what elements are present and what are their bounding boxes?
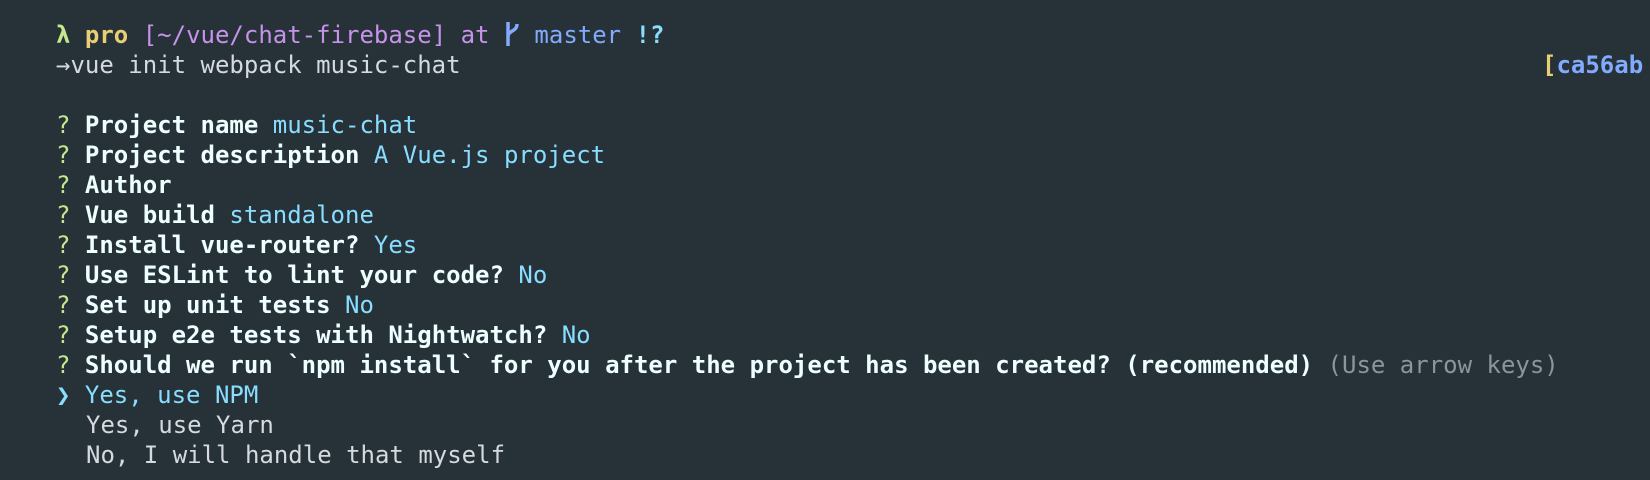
- question-answer: No: [518, 261, 548, 289]
- prompt-git-status: !?: [635, 21, 665, 49]
- question-label: Setup e2e tests with Nightwatch?: [84, 321, 548, 349]
- question-label: Vue build: [84, 201, 215, 229]
- question-answer: Yes: [373, 231, 418, 259]
- question-label: Set up unit tests: [84, 291, 331, 319]
- prompt-user: pro: [84, 21, 129, 49]
- question-unit-tests: ? Set up unit tests No: [56, 290, 1650, 320]
- question-answer: music-chat: [272, 111, 418, 139]
- question-mark: ?: [56, 171, 71, 199]
- question-vue-build: ? Vue build standalone: [56, 200, 1650, 230]
- menu-option-label: No, I will handle that myself: [86, 441, 506, 469]
- question-mark: ?: [56, 111, 71, 139]
- question-label: Project description: [84, 141, 360, 169]
- command-line: →vue init webpack music-chat: [56, 50, 1650, 80]
- question-mark: ?: [56, 261, 71, 289]
- question-e2e-tests: ? Setup e2e tests with Nightwatch? No: [56, 320, 1650, 350]
- git-branch-icon: [504, 21, 520, 54]
- rprompt-bracket: [: [1542, 51, 1557, 79]
- question-hint: (Use arrow keys): [1327, 351, 1559, 379]
- right-prompt-commit-hash: [ca56ab: [1542, 50, 1643, 80]
- lambda-symbol: λ: [56, 21, 71, 49]
- pointer-icon: ❯: [56, 381, 71, 409]
- menu-option-npm[interactable]: ❯ Yes, use NPM: [56, 380, 1650, 410]
- menu-option-yarn[interactable]: Yes, use Yarn: [56, 410, 1650, 440]
- question-vue-router: ? Install vue-router? Yes: [56, 230, 1650, 260]
- question-mark: ?: [56, 321, 71, 349]
- arrow-icon: →: [56, 51, 71, 79]
- prompt-path: [~/vue/chat-firebase]: [142, 21, 447, 49]
- question-answer: No: [561, 321, 591, 349]
- question-mark: ?: [56, 141, 71, 169]
- question-answer: A Vue.js project: [373, 141, 606, 169]
- command-text[interactable]: vue init webpack music-chat: [70, 51, 460, 79]
- question-label: Author: [84, 171, 172, 199]
- question-label: Install vue-router?: [84, 231, 360, 259]
- terminal-window: λ pro [~/vue/chat-firebase] at master !?…: [56, 20, 1650, 470]
- prompt-at: at: [460, 21, 490, 49]
- question-author: ? Author: [56, 170, 1650, 200]
- menu-option-label: Yes, use NPM: [84, 381, 259, 409]
- rprompt-hash: ca56ab: [1556, 51, 1644, 79]
- question-project-description: ? Project description A Vue.js project: [56, 140, 1650, 170]
- question-mark: ?: [56, 351, 71, 379]
- question-npm-install: ? Should we run `npm install` for you af…: [56, 350, 1650, 380]
- question-project-name: ? Project name music-chat: [56, 110, 1650, 140]
- question-answer: standalone: [229, 201, 374, 229]
- prompt-branch: master: [534, 21, 622, 49]
- question-mark: ?: [56, 291, 71, 319]
- question-label: Project name: [84, 111, 259, 139]
- question-label: Use ESLint to lint your code?: [84, 261, 504, 289]
- question-mark: ?: [56, 231, 71, 259]
- menu-option-label: Yes, use Yarn: [86, 411, 274, 439]
- question-label: Should we run `npm install` for you afte…: [84, 351, 1314, 379]
- question-eslint: ? Use ESLint to lint your code? No: [56, 260, 1650, 290]
- menu-option-manual[interactable]: No, I will handle that myself: [56, 440, 1650, 470]
- question-mark: ?: [56, 201, 71, 229]
- question-answer: No: [345, 291, 374, 319]
- prompt-line: λ pro [~/vue/chat-firebase] at master !?: [56, 20, 1650, 50]
